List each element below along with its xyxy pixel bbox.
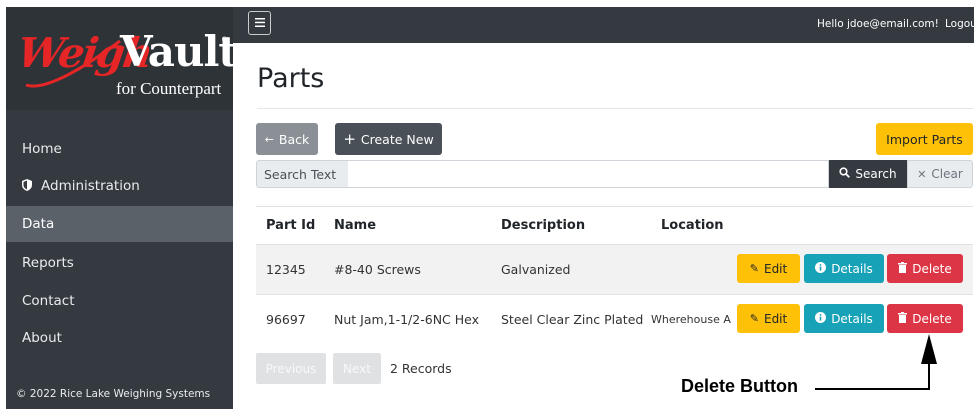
- delete-button-callout: Delete Button: [681, 376, 798, 396]
- delete-button-label: Delete: [912, 261, 952, 276]
- column-header-name[interactable]: Name: [334, 218, 376, 233]
- column-header-location[interactable]: Location: [661, 218, 724, 233]
- user-greeting: Hello jdoe@email.com!: [817, 18, 939, 30]
- pager-next-button[interactable]: Next: [333, 353, 381, 384]
- info-icon: [815, 261, 827, 276]
- table-row: 96697 Nut Jam,1-1/2-6NC Hex Steel Clear …: [256, 294, 973, 344]
- sidebar-item-label: Home: [22, 141, 62, 157]
- shield-icon: [22, 178, 32, 194]
- logo-vault-text: Vault: [120, 27, 238, 76]
- sidebar-item-label: About: [22, 330, 62, 346]
- logo-registered-mark: ®: [221, 36, 228, 44]
- sidebar-item-administration[interactable]: Administration: [6, 168, 233, 204]
- search-icon: [839, 167, 851, 181]
- trash-icon: [898, 261, 908, 276]
- delete-button[interactable]: Delete: [887, 304, 963, 333]
- details-button[interactable]: Details: [804, 304, 884, 333]
- logout-link[interactable]: Logout: [945, 18, 974, 30]
- record-count: 2 Records: [390, 361, 452, 376]
- cell-location: Wherehouse A: [651, 312, 731, 326]
- edit-button[interactable]: ✎ Edit: [737, 254, 800, 283]
- create-new-button-label: Create New: [360, 131, 434, 147]
- table-row: 12345 #8-40 Screws Galvanized ✎ Edit Det…: [256, 244, 973, 294]
- search-bar: Search Text Search ✕ Clear: [256, 160, 973, 188]
- details-button-label: Details: [831, 311, 873, 326]
- edit-icon: ✎: [749, 262, 759, 275]
- clear-button-label: Clear: [931, 167, 963, 181]
- cell-part-id: 12345: [266, 261, 306, 277]
- back-button-label: Back: [278, 131, 310, 147]
- create-new-button[interactable]: + Create New: [335, 123, 442, 155]
- title-divider: [257, 108, 973, 109]
- delete-button-label: Delete: [912, 311, 952, 326]
- sidebar-item-label: Administration: [41, 178, 140, 194]
- back-button[interactable]: ← Back: [256, 123, 318, 155]
- edit-button[interactable]: ✎ Edit: [737, 304, 800, 333]
- import-parts-button[interactable]: Import Parts: [876, 123, 973, 155]
- sidebar-item-reports[interactable]: Reports: [6, 245, 233, 281]
- sidebar-item-label: Data: [22, 216, 55, 232]
- search-button[interactable]: Search: [829, 160, 907, 188]
- pager-previous-button[interactable]: Previous: [256, 353, 326, 384]
- sidebar-item-label: Reports: [22, 255, 74, 271]
- sidebar-item-about[interactable]: About: [6, 320, 233, 356]
- details-button[interactable]: Details: [804, 254, 884, 283]
- column-header-description[interactable]: Description: [501, 218, 585, 233]
- row-divider: [256, 244, 973, 245]
- arrow-left-icon: ←: [264, 132, 274, 146]
- table-top-divider: [256, 206, 973, 207]
- delete-button[interactable]: Delete: [887, 254, 963, 283]
- row-divider: [256, 294, 973, 295]
- cell-name: #8-40 Screws: [334, 261, 421, 277]
- edit-icon: ✎: [749, 312, 759, 325]
- copyright-text: © 2022 Rice Lake Weighing Systems: [16, 388, 211, 400]
- trash-icon: [898, 311, 908, 326]
- clear-button[interactable]: ✕ Clear: [907, 160, 973, 188]
- info-icon: [815, 311, 827, 326]
- sidebar-item-data[interactable]: Data: [6, 206, 233, 242]
- menu-toggle-button[interactable]: [248, 11, 271, 35]
- plus-icon: +: [343, 130, 356, 148]
- search-text-label: Search Text: [256, 160, 349, 188]
- logo-subtitle: for Counterpart: [116, 79, 222, 98]
- page-title: Parts: [257, 63, 325, 94]
- cell-description: Steel Clear Zinc Plated: [501, 311, 644, 327]
- sidebar-item-contact[interactable]: Contact: [6, 283, 233, 319]
- cell-part-id: 96697: [266, 311, 306, 327]
- column-header-part-id[interactable]: Part Id: [266, 218, 315, 233]
- edit-button-label: Edit: [763, 261, 788, 276]
- import-parts-button-label: Import Parts: [886, 131, 963, 147]
- sidebar-item-label: Contact: [22, 293, 75, 309]
- cell-name: Nut Jam,1-1/2-6NC Hex: [334, 311, 480, 327]
- sidebar-item-home[interactable]: Home: [6, 131, 233, 167]
- details-button-label: Details: [831, 261, 873, 276]
- close-icon: ✕: [917, 167, 927, 181]
- sidebar: Weigh Vault ® for Counterpart Home Admin…: [6, 7, 238, 409]
- app-logo[interactable]: Weigh Vault ® for Counterpart: [6, 7, 238, 110]
- search-input[interactable]: [348, 160, 829, 188]
- hamburger-icon: [254, 16, 265, 30]
- top-navbar: Hello jdoe@email.com! Logout: [233, 7, 974, 43]
- search-button-label: Search: [855, 167, 897, 181]
- edit-button-label: Edit: [763, 311, 788, 326]
- cell-description: Galvanized: [501, 261, 571, 277]
